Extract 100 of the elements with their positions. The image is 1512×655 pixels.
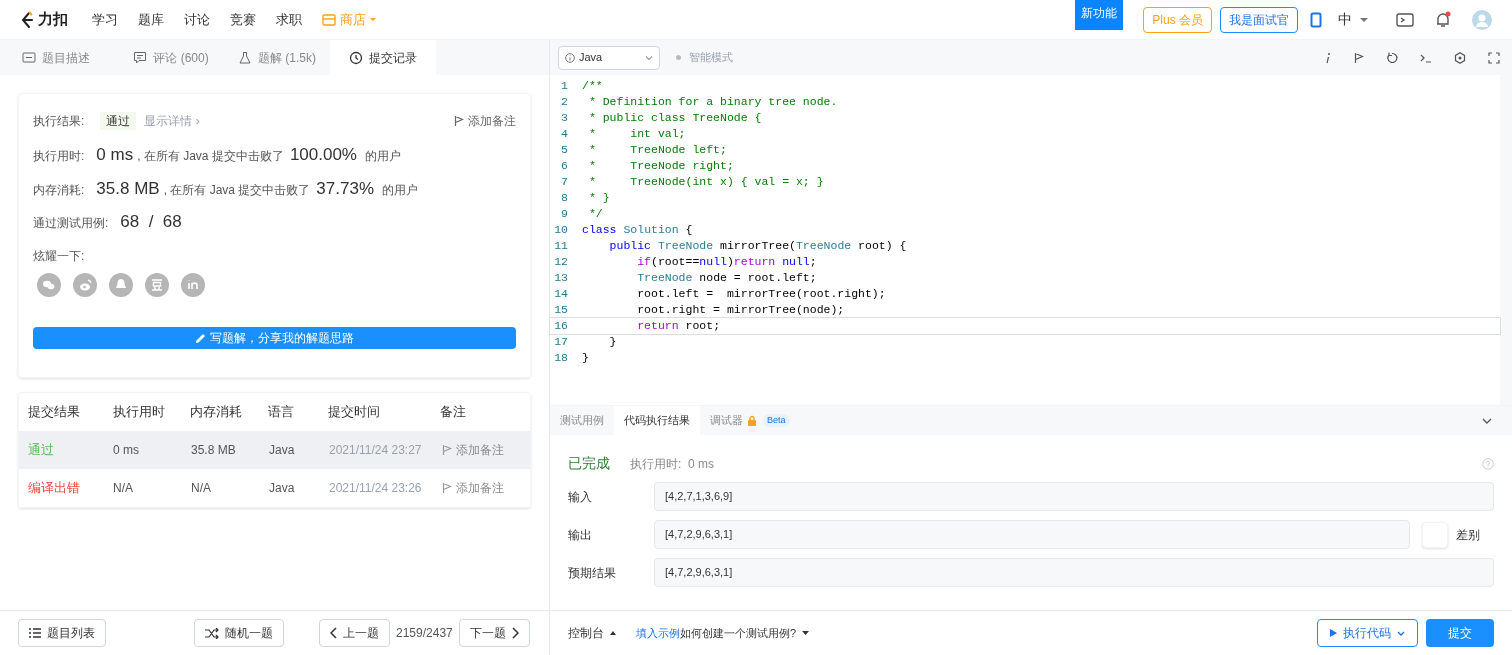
memory-suffix: 的用户 <box>382 181 418 199</box>
code-line: * } <box>587 190 610 206</box>
line-number: 16 <box>553 318 569 334</box>
logo-text[interactable]: 力扣 <box>38 8 68 31</box>
runtime-value: 0 ms <box>96 144 134 166</box>
fill-example-link[interactable]: 填入示例 <box>636 624 680 642</box>
language-dropdown[interactable]: 中 <box>1338 9 1368 30</box>
diff-toggle[interactable]: 差别 <box>1422 520 1494 549</box>
tab[interactable]: 调试器 Beta <box>700 406 800 435</box>
result-label: 执行结果: <box>33 113 85 130</box>
table-cell-text: Java <box>269 441 296 459</box>
memory-percent: 37.73% <box>316 177 374 200</box>
play-icon <box>1330 629 1337 637</box>
problem-list-button[interactable]: 题目列表 <box>18 619 106 647</box>
code-line: * TreeNode right; <box>587 158 734 174</box>
runtime-text: , 在所有 Java 提交中击败了 <box>137 148 284 165</box>
tablet-icon[interactable] <box>1310 11 1322 28</box>
flag-icon <box>454 115 464 127</box>
caret-icon <box>1360 17 1368 22</box>
code-line: if(root==null)return null; <box>636 254 817 270</box>
console-icon[interactable] <box>1420 52 1432 63</box>
tab[interactable]: 提交记录 <box>330 40 436 75</box>
code-line: * Definition for a binary tree node. <box>587 94 838 110</box>
output-field[interactable]: [4,2,7,1,3,6,9] <box>654 482 1494 511</box>
share-label: 炫耀一下: <box>33 247 86 265</box>
info-icon <box>565 52 575 63</box>
how-to-dropdown[interactable]: 如何创建一个测试用例? <box>680 624 810 642</box>
flag-icon <box>442 443 452 456</box>
run-code-button[interactable]: 执行代码 <box>1317 619 1418 647</box>
code-line: TreeNode node = root.left; <box>636 270 817 286</box>
code-line: * public class TreeNode { <box>587 110 762 126</box>
interviewer-button[interactable]: 我是面试官 <box>1220 6 1298 33</box>
line-number: 6 <box>560 158 569 174</box>
pencil-icon <box>195 331 206 344</box>
tab[interactable]: 题目描述 <box>8 40 118 75</box>
chevron-right-icon <box>511 627 519 639</box>
flag-icon[interactable] <box>1354 51 1364 64</box>
column-header: 语言 <box>268 402 296 421</box>
memory-value: 35.8 MB <box>96 177 160 200</box>
next-problem-button[interactable]: 下一题 <box>458 619 530 647</box>
console-toggle[interactable]: 控制台 <box>568 624 616 642</box>
table-cell-text: 2021/11/24 23:27 <box>329 441 423 459</box>
output-field[interactable]: [4,7,2,9,6,3,1] <box>654 520 1410 549</box>
field-label: 预期结果 <box>568 564 617 582</box>
bell-icon[interactable] <box>1434 10 1452 29</box>
code-line: */ <box>587 206 603 222</box>
previous-problem-button[interactable]: 上一题 <box>319 619 390 647</box>
runtime-suffix: 的用户 <box>365 148 401 165</box>
beta-badge: Beta <box>763 413 790 428</box>
result-link[interactable]: 编译出错 <box>19 477 113 498</box>
line-number: 14 <box>553 286 569 302</box>
clock-icon <box>349 50 363 65</box>
column-header: 提交结果 <box>27 402 81 421</box>
table-row[interactable]: 编译出错 N/A N/A Java 2021/11/24 23:26 添加备注 <box>19 468 530 507</box>
language-select[interactable]: Java <box>558 45 660 70</box>
line-number: 7 <box>560 174 569 190</box>
code-line: } <box>608 334 617 350</box>
tab[interactable]: 测试用例 <box>550 406 614 435</box>
nav-link[interactable]: 讨论 <box>184 9 210 30</box>
caret-icon <box>645 54 653 61</box>
logo-icon[interactable] <box>20 10 34 29</box>
code-line: root.left = mirrorTree(root.right); <box>636 286 886 302</box>
info-icon[interactable] <box>1324 51 1332 64</box>
nav-link[interactable]: 竞赛 <box>230 9 256 30</box>
code-line: class Solution { <box>582 222 693 238</box>
random-problem-button[interactable]: 随机一题 <box>194 619 284 647</box>
line-number: 12 <box>553 254 569 270</box>
line-number: 18 <box>553 350 569 366</box>
code-line: * TreeNode(int x) { val = x; } <box>587 174 824 190</box>
nav-link[interactable]: 题库 <box>138 9 164 30</box>
tab[interactable]: 评论 (600) <box>118 40 224 75</box>
code-line: } <box>582 350 589 366</box>
add-note-button[interactable]: 添加备注 <box>454 112 516 130</box>
column-header: 内存消耗 <box>190 402 244 421</box>
status-text: 已完成 <box>568 454 610 473</box>
terminal-icon[interactable] <box>1396 11 1414 28</box>
reset-icon[interactable] <box>1386 51 1398 64</box>
field-label: 输入 <box>568 488 593 506</box>
lock-icon <box>747 414 757 427</box>
field-label: 输出 <box>568 526 593 544</box>
table-cell-text: 35.8 MB <box>191 441 237 459</box>
runtime-percent: 100.00% <box>289 144 357 166</box>
card-icon <box>22 50 36 65</box>
nav-link[interactable]: 学习 <box>92 9 118 30</box>
line-number: 3 <box>560 110 569 126</box>
new-feature-badge[interactable]: 新功能 <box>1075 0 1124 30</box>
settings-icon[interactable] <box>1454 51 1466 64</box>
line-number: 9 <box>560 206 569 222</box>
nav-link[interactable]: 求职 <box>276 9 302 30</box>
tab[interactable]: 代码执行结果 <box>614 406 700 435</box>
add-note-button[interactable]: 添加备注 <box>442 478 504 497</box>
tab[interactable]: 题解 (1.5k) <box>224 40 330 75</box>
fullscreen-icon[interactable] <box>1488 51 1500 64</box>
runtime-label: 执行用时: <box>33 148 85 165</box>
collapse-icon[interactable] <box>1482 417 1492 424</box>
line-number: 13 <box>553 270 569 286</box>
output-field[interactable]: [4,7,2,9,6,3,1] <box>654 558 1494 587</box>
memory-label: 内存消耗: <box>33 181 85 199</box>
line-number: 8 <box>560 190 569 206</box>
code-line: /** <box>582 78 603 94</box>
